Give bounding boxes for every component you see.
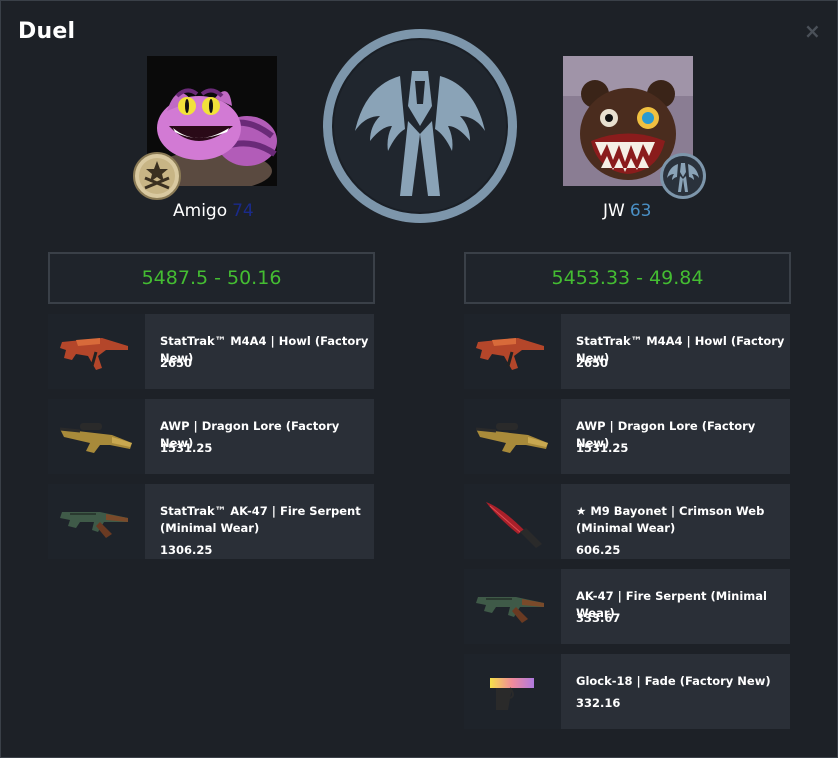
item-price: 333.67 (576, 611, 621, 625)
total-value-text: 5487.5 - 50.16 (141, 267, 282, 289)
item-name: ★ M9 Bayonet | Crimson Web (Minimal Wear… (576, 504, 765, 535)
item-thumb (48, 399, 145, 474)
item-card-right-2[interactable]: ★ M9 Bayonet | Crimson Web (Minimal Wear… (464, 484, 790, 559)
item-card-right-0[interactable]: StatTrak™ M4A4 | Howl (Factory New) 2650 (464, 314, 790, 389)
item-name: StatTrak™ M4A4 | Howl (Factory New) (576, 334, 785, 365)
awp-dragon-lore-icon (59, 423, 132, 453)
ct-emblem-badge (660, 153, 706, 199)
item-thumb (464, 314, 561, 389)
ak47-fire-serpent-icon (60, 512, 128, 538)
item-card-left-2[interactable]: StatTrak™ AK-47 | Fire Serpent (Minimal … (48, 484, 374, 559)
item-name: StatTrak™ AK-47 | Fire Serpent (Minimal … (160, 504, 361, 535)
item-card-left-1[interactable]: AWP | Dragon Lore (Factory New) 1531.25 (48, 399, 374, 474)
item-price: 2650 (576, 356, 609, 370)
awp-dragon-lore-icon (475, 423, 548, 453)
item-price: 1531.25 (160, 441, 213, 455)
player-name-left: Amigo 74 (173, 201, 254, 221)
ct-emblem-icon (323, 29, 517, 223)
m4a4-howl-icon (60, 338, 128, 370)
m4a4-howl-icon (476, 338, 544, 370)
rank-badge-right (659, 152, 706, 199)
total-value-left: 5487.5 - 50.16 (48, 252, 375, 304)
total-value-text: 5453.33 - 49.84 (551, 267, 704, 289)
player-name-text: JW (603, 201, 625, 221)
item-card-right-4[interactable]: Glock-18 | Fade (Factory New) 332.16 (464, 654, 790, 729)
item-card-right-1[interactable]: AWP | Dragon Lore (Factory New) 1531.25 (464, 399, 790, 474)
glock-fade-icon (490, 678, 534, 710)
player-name-right: JW 63 (603, 201, 651, 221)
item-thumb (464, 399, 561, 474)
total-value-right: 5453.33 - 49.84 (464, 252, 791, 304)
player-level: 63 (629, 201, 652, 221)
window-title: Duel (18, 19, 76, 44)
item-price: 606.25 (576, 543, 621, 557)
item-thumb (48, 314, 145, 389)
item-card-left-0[interactable]: StatTrak™ M4A4 | Howl (Factory New) 2650 (48, 314, 374, 389)
rank-crossed-guns-badge (133, 152, 181, 200)
m9-bayonet-crimson-web-icon (486, 502, 542, 548)
item-thumb (48, 484, 145, 559)
item-price: 1306.25 (160, 543, 213, 557)
item-price: 1531.25 (576, 441, 629, 455)
item-thumb (464, 654, 561, 729)
duel-window: Duel × Amigo 74 JW 63 5487.5 - 50.16 545… (0, 0, 838, 758)
counter-terrorist-emblem (320, 26, 520, 226)
item-price: 332.16 (576, 696, 621, 710)
ak47-fire-serpent-icon (476, 597, 544, 623)
item-thumb (464, 484, 561, 559)
rank-badge-left (133, 152, 181, 200)
item-thumb (464, 569, 561, 644)
item-name: StatTrak™ M4A4 | Howl (Factory New) (160, 334, 369, 365)
item-name: Glock-18 | Fade (Factory New) (576, 674, 771, 688)
player-level: 74 (232, 201, 254, 221)
close-icon[interactable]: × (804, 21, 821, 41)
item-price: 2650 (160, 356, 193, 370)
player-name-text: Amigo (173, 201, 228, 221)
item-card-right-3[interactable]: AK-47 | Fire Serpent (Minimal Wear) 333.… (464, 569, 790, 644)
